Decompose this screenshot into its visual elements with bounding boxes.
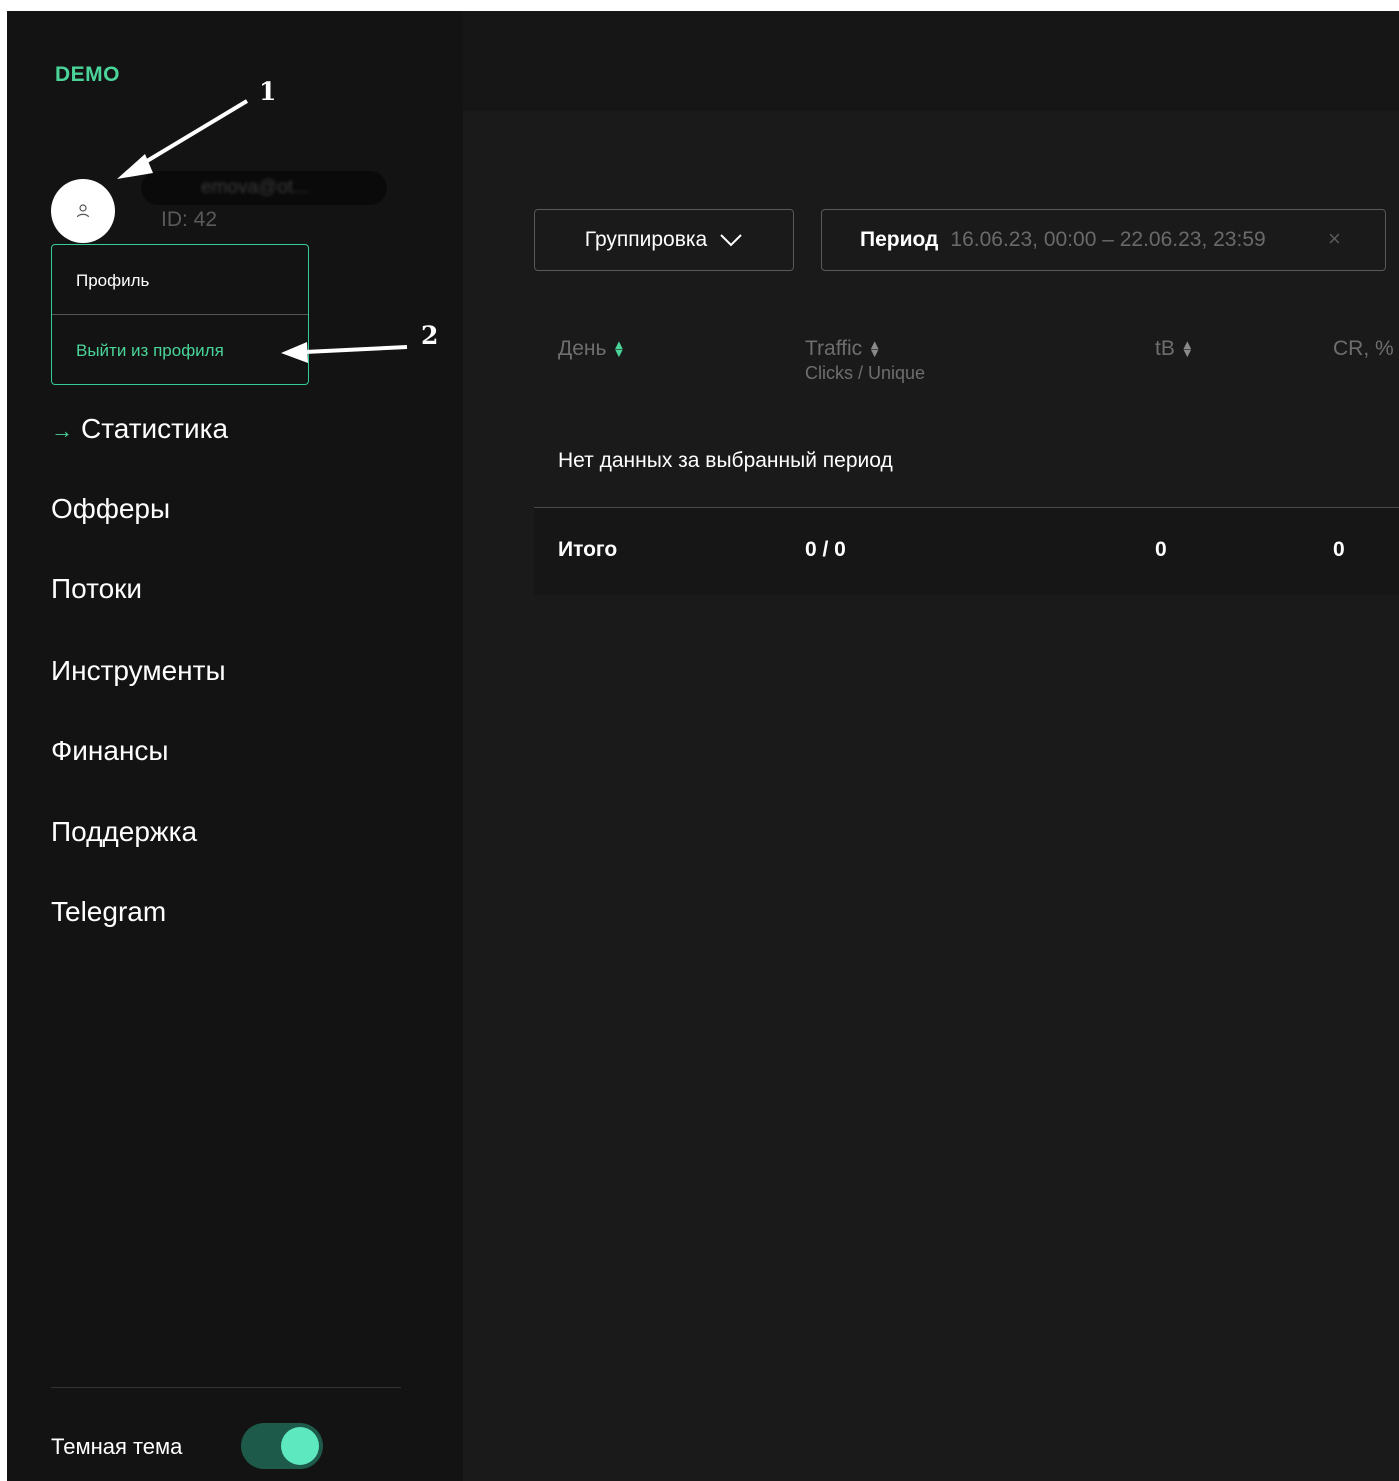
user-email: emova@ot... [201,177,309,198]
grouping-button[interactable]: Группировка [534,209,794,271]
column-header-cr[interactable]: CR, % [1333,337,1394,361]
column-header-tb[interactable]: tB ▲ ▼ [1155,337,1194,361]
nav-item-label: Статистика [81,413,229,444]
logo: DEMO [55,63,120,86]
dropdown-divider [52,314,308,315]
annotation-label-2: 2 [421,321,439,350]
sort-icon: ▲ ▼ [868,337,882,361]
totals-traffic: 0 / 0 [805,538,846,561]
nav-item-streams[interactable]: Потоки [51,573,142,605]
theme-toggle[interactable] [241,1423,323,1469]
theme-label: Темная тема [51,1434,183,1459]
period-filter[interactable]: Период 16.06.23, 00:00 – 22.06.23, 23:59… [821,209,1386,271]
nav-item-tools[interactable]: Инструменты [51,655,226,687]
nav-item-telegram[interactable]: Telegram [51,896,166,928]
totals-tb: 0 [1155,538,1167,561]
logout-menu-item[interactable]: Выйти из профиля [76,341,224,361]
user-icon [76,204,90,218]
profile-menu-item[interactable]: Профиль [76,271,149,291]
nav-item-statistics[interactable]: → Статистика [51,413,228,445]
app-window: DEMO emova@ot... ID: 42 Профиль Выйти из… [7,11,1399,1481]
totals-label: Итого [558,538,618,561]
column-header-traffic[interactable]: Traffic ▲ ▼ [805,337,881,361]
column-header-label: tB [1155,337,1175,360]
avatar[interactable] [51,179,115,243]
totals-cr: 0 [1333,538,1345,561]
annotation-label-1: 1 [259,77,277,106]
sort-icon: ▲ ▼ [1180,337,1194,361]
chevron-down-icon [720,234,742,247]
nav-item-offers[interactable]: Офферы [51,493,170,525]
sort-icon: ▲ ▼ [612,337,626,361]
column-header-label: День [558,337,607,360]
grouping-label: Группировка [584,228,708,251]
close-icon[interactable]: × [1328,226,1341,252]
column-header-label: CR, % [1333,337,1394,360]
user-id: ID: 42 [161,208,218,231]
column-header-label: Traffic [805,337,863,360]
sidebar: DEMO emova@ot... ID: 42 Профиль Выйти из… [7,11,463,1481]
nav-item-support[interactable]: Поддержка [51,816,197,848]
column-header-day[interactable]: День ▲ ▼ [558,337,625,361]
totals-row: Итого 0 / 0 0 0 [534,507,1399,595]
empty-message: Нет данных за выбранный период [558,449,893,472]
column-header-sublabel: Clicks / Unique [805,363,926,383]
toggle-knob [281,1427,319,1465]
user-email-redacted: emova@ot... [141,171,387,205]
top-bar [463,11,1399,111]
profile-dropdown: Профиль Выйти из профиля [51,244,309,385]
nav-item-finance[interactable]: Финансы [51,735,169,767]
period-label: Период [860,228,939,251]
sidebar-divider [51,1387,401,1388]
arrow-right-icon: → [51,418,73,443]
period-value: 16.06.23, 00:00 – 22.06.23, 23:59 [950,228,1266,251]
